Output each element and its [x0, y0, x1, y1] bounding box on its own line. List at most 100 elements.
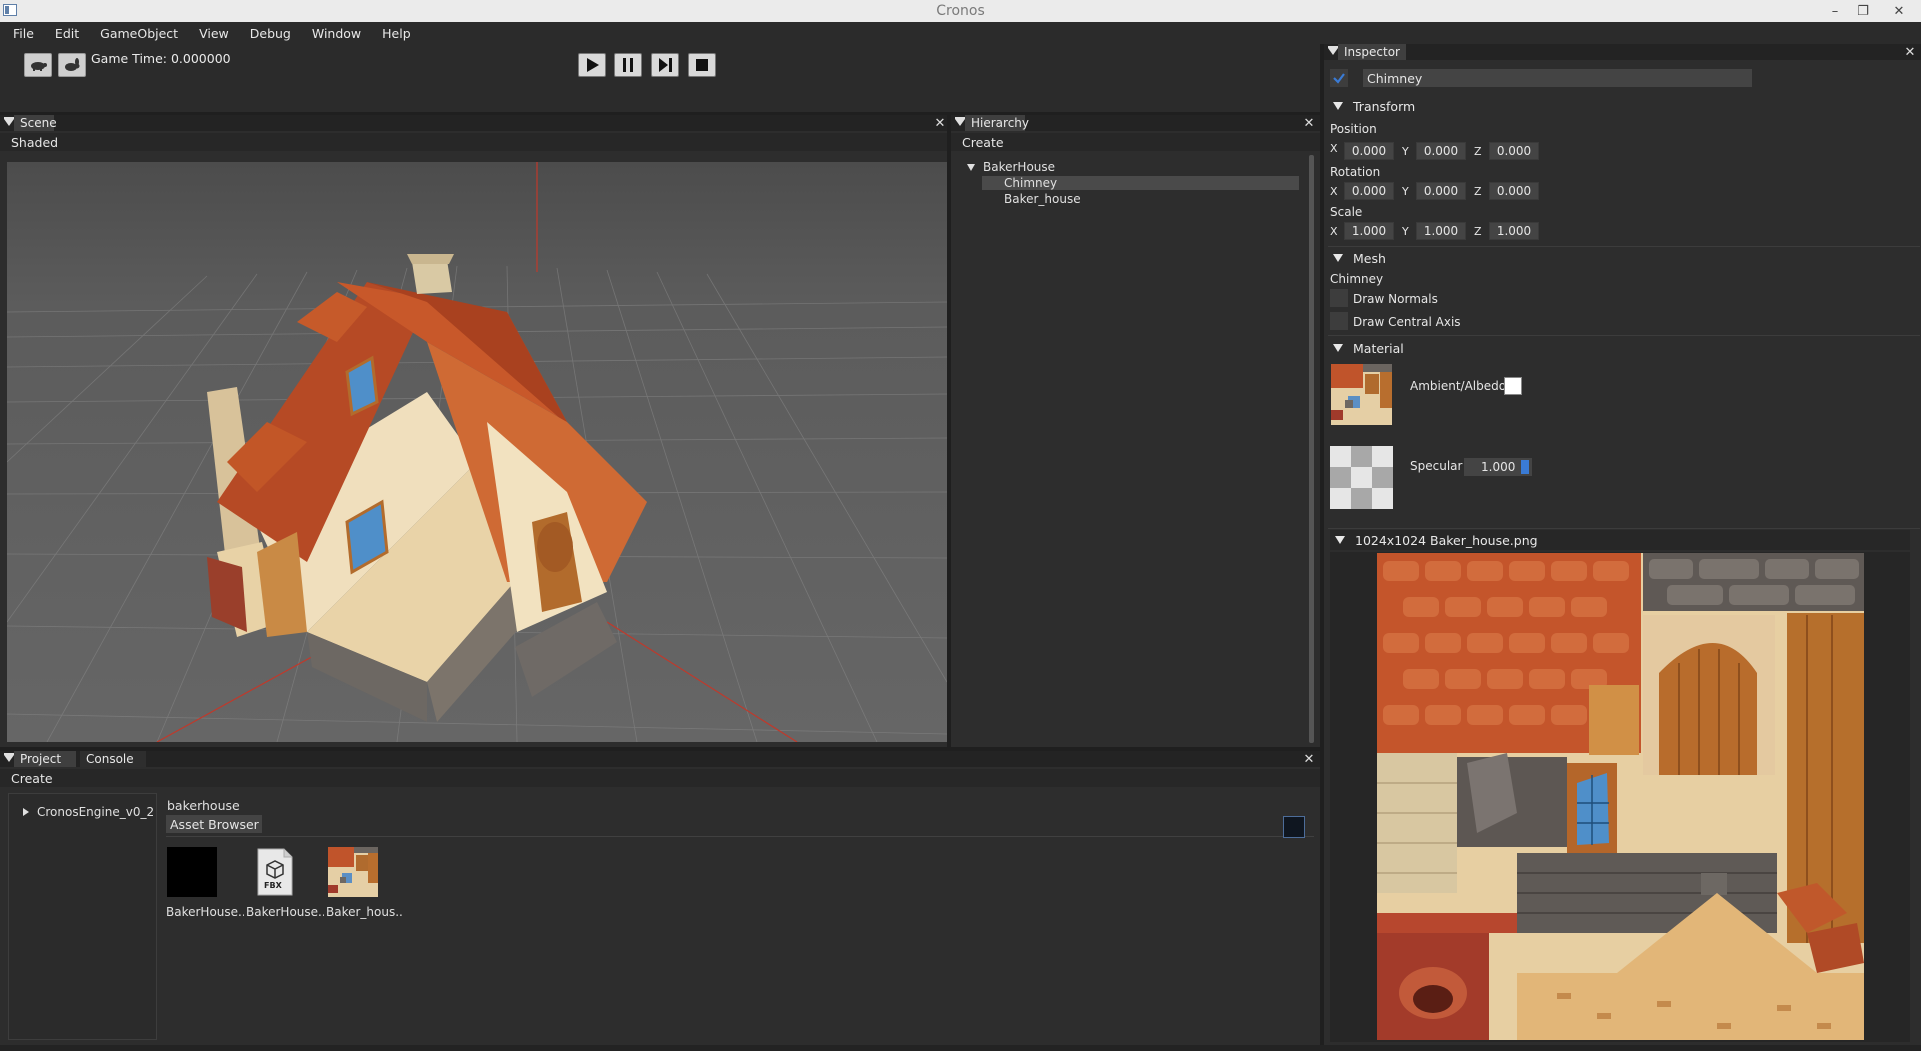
specular-texture-thumbnail[interactable]: [1330, 446, 1393, 509]
scale-label: Scale: [1330, 205, 1363, 219]
close-icon[interactable]: ✕: [1903, 44, 1917, 60]
rotation-y-input[interactable]: 0.000: [1416, 182, 1466, 200]
panel-menu-icon[interactable]: [1328, 46, 1338, 55]
folder-tree: CronosEngine_v0_2: [8, 793, 157, 1040]
fast-forward-button[interactable]: [58, 53, 86, 77]
tab-hierarchy[interactable]: Hierarchy: [965, 115, 1029, 131]
axis-y-label: Y: [1402, 145, 1409, 158]
menu-help[interactable]: Help: [382, 26, 411, 41]
texture-thumbnail-icon[interactable]: [328, 847, 378, 897]
toolbar: Game Time: 0.000000: [0, 44, 1320, 112]
collapse-arrow-icon: [1333, 102, 1343, 110]
turtle-icon: [31, 62, 47, 71]
albedo-color-swatch[interactable]: [1504, 377, 1522, 395]
project-panel: Project Console ✕ Create CronosEngine_v0…: [0, 751, 1320, 1051]
specular-slider[interactable]: 1.000: [1464, 458, 1532, 476]
slider-handle[interactable]: [1521, 460, 1529, 474]
checkmark-icon: [1333, 73, 1345, 84]
tree-item-bakerhouse[interactable]: BakerHouse: [967, 160, 1055, 174]
draw-normals-label: Draw Normals: [1353, 292, 1438, 306]
draw-central-axis-label: Draw Central Axis: [1353, 315, 1461, 329]
axis-x-label: X: [1330, 225, 1338, 238]
scene-render: [7, 162, 947, 742]
pause-icon: [623, 58, 633, 72]
axis-y-label: Y: [1402, 185, 1409, 198]
close-icon[interactable]: ✕: [1302, 115, 1316, 131]
transform-section-header[interactable]: Transform: [1328, 96, 1920, 116]
stop-button[interactable]: [688, 53, 716, 77]
step-button[interactable]: [651, 53, 679, 77]
position-z-input[interactable]: 0.000: [1489, 142, 1539, 160]
draw-normals-checkbox[interactable]: [1330, 289, 1348, 307]
create-menu[interactable]: Create: [0, 769, 1320, 787]
material-section-header[interactable]: Material: [1328, 338, 1920, 358]
collapse-arrow-icon: [1333, 344, 1343, 352]
status-strip: [0, 1045, 1921, 1051]
stop-icon: [696, 59, 708, 71]
texture-preview-header[interactable]: 1024x1024 Baker_house.png: [1330, 530, 1910, 550]
fbx-file-icon[interactable]: FBX: [250, 847, 300, 897]
expand-arrow-icon[interactable]: [967, 163, 975, 171]
close-window-button[interactable]: ✕: [1877, 0, 1921, 22]
scene-viewport[interactable]: [7, 162, 947, 742]
app-icon: [3, 4, 17, 16]
position-x-input[interactable]: 0.000: [1344, 142, 1394, 160]
collapse-arrow-icon: [1335, 536, 1345, 544]
rotation-z-input[interactable]: 0.000: [1489, 182, 1539, 200]
axis-z-label: Z: [1474, 185, 1482, 198]
black-material-icon[interactable]: [167, 847, 217, 897]
menu-bar: File Edit GameObject View Debug Window H…: [0, 22, 1921, 44]
game-time-label: Game Time: 0.000000: [91, 51, 231, 66]
menu-debug[interactable]: Debug: [250, 26, 291, 41]
hierarchy-scrollbar[interactable]: [1309, 155, 1314, 743]
asset-label[interactable]: BakerHouse...: [246, 905, 324, 919]
panel-menu-icon[interactable]: [955, 117, 965, 126]
tab-inspector[interactable]: Inspector: [1338, 44, 1406, 60]
tab-scene[interactable]: Scene: [14, 115, 57, 131]
panel-menu-icon[interactable]: [4, 117, 14, 126]
hierarchy-panel: Hierarchy ✕ Create BakerHouse Chimney Ba…: [947, 115, 1320, 747]
menu-file[interactable]: File: [13, 26, 34, 41]
menu-edit[interactable]: Edit: [55, 26, 79, 41]
scale-y-input[interactable]: 1.000: [1416, 222, 1466, 240]
folder-cronosengine[interactable]: CronosEngine_v0_2: [23, 805, 154, 819]
menu-view[interactable]: View: [199, 26, 229, 41]
asset-label[interactable]: Baker_hous...: [326, 905, 404, 919]
close-icon[interactable]: ✕: [933, 115, 947, 131]
object-name-field[interactable]: Chimney: [1363, 69, 1752, 87]
shading-mode[interactable]: Shaded: [0, 133, 951, 151]
minimize-button[interactable]: –: [1821, 0, 1849, 22]
tab-project[interactable]: Project: [14, 751, 76, 767]
menu-gameobject[interactable]: GameObject: [100, 26, 178, 41]
asset-label[interactable]: BakerHouse...: [166, 905, 244, 919]
rabbit-icon: [65, 58, 80, 71]
mesh-section-header[interactable]: Mesh: [1328, 248, 1920, 268]
axis-z-label: Z: [1474, 145, 1482, 158]
tree-item-chimney[interactable]: Chimney: [982, 176, 1299, 190]
rotation-x-input[interactable]: 0.000: [1344, 182, 1394, 200]
restore-button[interactable]: ❐: [1849, 0, 1877, 22]
position-y-input[interactable]: 0.000: [1416, 142, 1466, 160]
create-menu[interactable]: Create: [951, 133, 1320, 151]
play-button[interactable]: [578, 53, 606, 77]
close-icon[interactable]: ✕: [1302, 751, 1316, 767]
pause-button[interactable]: [614, 53, 642, 77]
play-icon: [587, 58, 599, 72]
collapse-arrow-icon: [1333, 254, 1343, 262]
axis-z-label: Z: [1474, 225, 1482, 238]
albedo-texture-thumbnail[interactable]: [1331, 364, 1392, 425]
menu-window[interactable]: Window: [312, 26, 361, 41]
title-bar: Cronos – ❐ ✕: [0, 0, 1921, 22]
scale-x-input[interactable]: 1.000: [1344, 222, 1394, 240]
panel-menu-icon[interactable]: [4, 753, 14, 762]
slow-motion-button[interactable]: [24, 53, 52, 77]
expand-arrow-icon[interactable]: [23, 808, 29, 816]
color-picker-icon[interactable]: [1283, 816, 1305, 838]
active-checkbox[interactable]: [1330, 69, 1348, 87]
scale-z-input[interactable]: 1.000: [1489, 222, 1539, 240]
tab-console[interactable]: Console: [80, 751, 146, 767]
draw-central-axis-checkbox[interactable]: [1330, 312, 1348, 330]
tree-item-baker-house[interactable]: Baker_house: [1004, 192, 1081, 206]
asset-browser-button[interactable]: Asset Browser: [166, 815, 262, 833]
texture-preview-image: [1377, 553, 1864, 1040]
